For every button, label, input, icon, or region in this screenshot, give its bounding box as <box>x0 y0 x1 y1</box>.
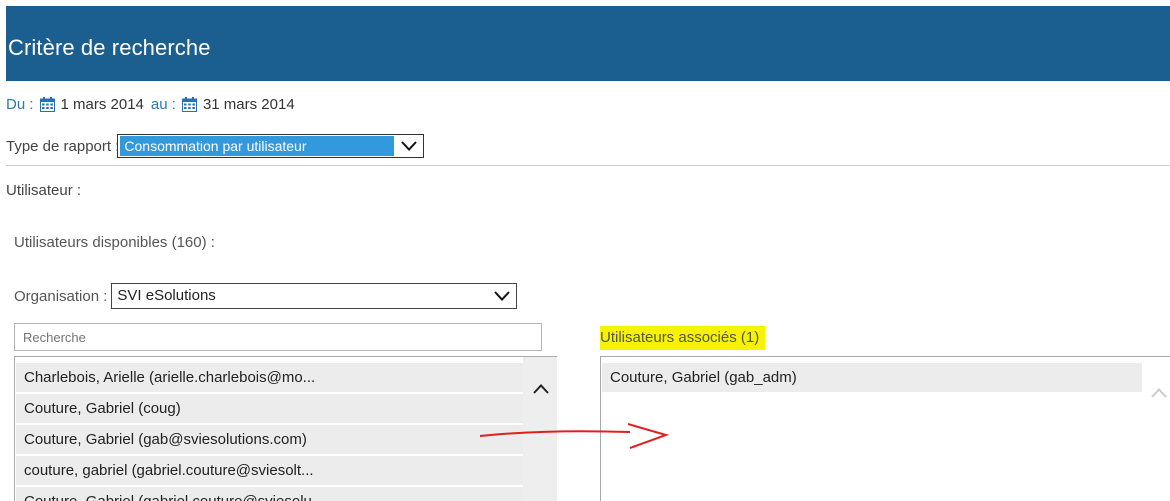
from-date-value[interactable]: 1 mars 2014 <box>61 96 144 113</box>
organisation-label: Organisation : <box>14 287 108 305</box>
calendar-icon[interactable] <box>39 96 55 112</box>
list-item[interactable]: Couture, Gabriel (gab_adm) <box>602 363 1142 392</box>
to-date-value[interactable]: 31 mars 2014 <box>203 96 295 113</box>
report-type-label: Type de rapport : <box>6 137 120 155</box>
chevron-down-icon <box>494 291 511 301</box>
list-item[interactable]: Charlebois, Arielle (arielle.charlebois@… <box>16 363 523 392</box>
chevron-up-icon[interactable] <box>1151 387 1167 399</box>
list-item[interactable]: couture, gabriel (gabriel.couture@svieso… <box>16 456 523 485</box>
chevron-down-icon <box>401 141 418 151</box>
associated-users-list[interactable]: Couture, Gabriel (gab_adm) <box>600 356 1170 501</box>
search-input[interactable] <box>14 323 542 351</box>
chevron-up-icon[interactable] <box>533 383 549 395</box>
list-item[interactable]: Couture, Gabriel (gab@sviesolutions.com) <box>16 425 523 454</box>
from-label: Du : <box>6 95 34 113</box>
search-criteria-header: Critère de recherche <box>6 6 1170 81</box>
calendar-icon[interactable] <box>181 96 197 112</box>
page: Critère de recherche Du : 1 mars 2014 au… <box>0 0 1170 501</box>
report-type-select[interactable]: Consommation par utilisateur <box>117 134 425 158</box>
arrow-icon <box>479 423 670 449</box>
date-range-row: Du : 1 mars 2014 au : 31 mars 2014 <box>6 93 295 115</box>
report-type-selected-value: Consommation par utilisateur <box>120 136 395 156</box>
report-type-row: Type de rapport : Consommation par utili… <box>6 134 425 158</box>
organisation-select[interactable]: SVI eSolutions <box>111 283 518 309</box>
divider <box>6 165 1170 166</box>
list-item[interactable]: Couture, Gabriel (coug) <box>16 394 523 423</box>
organisation-selected-value: SVI eSolutions <box>117 287 216 304</box>
list-item[interactable]: Couture, Gabriel (gabriel.couture@svieso… <box>16 487 523 501</box>
page-title: Critère de recherche <box>8 35 211 60</box>
organisation-row: Organisation : SVI eSolutions <box>14 283 518 309</box>
to-label: au : <box>150 95 176 113</box>
user-label: Utilisateur : <box>6 182 82 199</box>
associated-users-label: Utilisateurs associés (1) <box>600 326 766 350</box>
available-users-list[interactable]: Charlebois, Arielle (arielle.charlebois@… <box>14 356 557 501</box>
available-users-label: Utilisateurs disponibles (160) : <box>14 234 215 251</box>
